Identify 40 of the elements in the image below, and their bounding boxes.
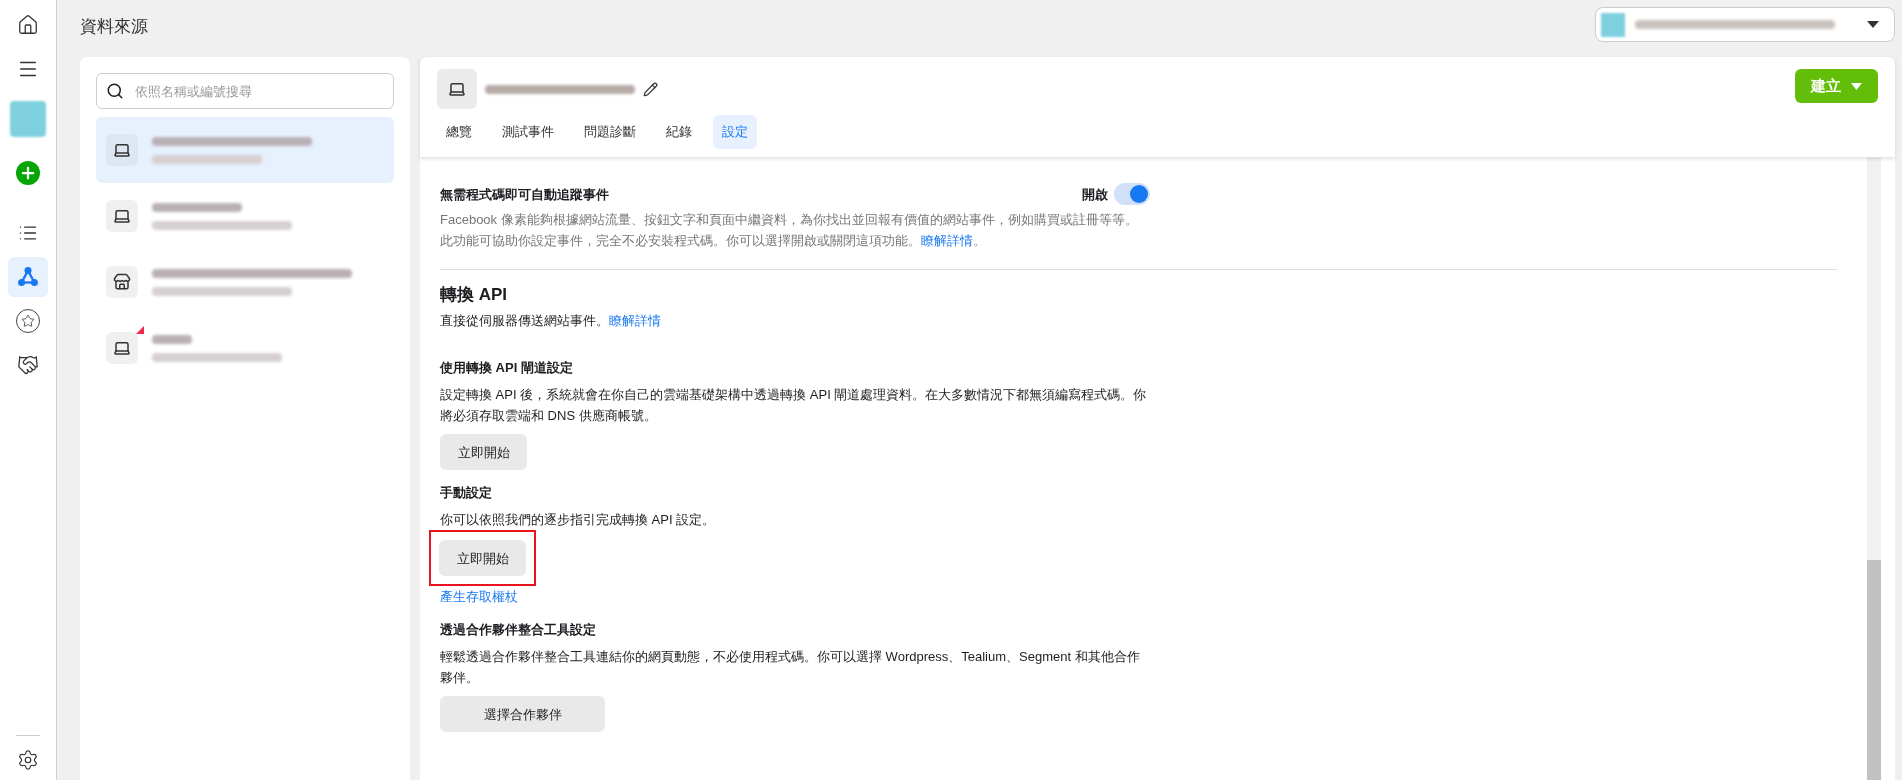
subsection-title: 手動設定: [440, 484, 493, 502]
laptop-icon: [113, 207, 131, 225]
laptop-icon: [448, 80, 466, 98]
section-description: 直接從伺服器傳送網站事件。瞭解詳情: [440, 312, 662, 330]
toggle-label: 開啟: [1082, 185, 1108, 204]
toggle-switch[interactable]: [1114, 183, 1150, 205]
account-avatar: [1601, 12, 1625, 37]
subsection-description: 你可以依照我們的逐步指引完成轉換 API 設定。: [440, 511, 717, 529]
section-description: Facebook 像素能夠根據網站流量、按鈕文字和頁面中繼資料，為你找出並回報有價值的網站事件，例如購買或註冊等等。此功能可協助你設定事件，完全不必安裝程式碼。你可以選擇開啟或關閉這項功能。瞭解詳情。: [440, 211, 1139, 250]
subsection-description: 設定轉換 API 後，系統就會在你自己的雲端基礎架構中透過轉換 API 閘道處理資料。在大多數情況下都無須編寫程式碼。你將必須存取雲端和 DNS 供應商帳號。: [440, 386, 1148, 425]
network-icon: [17, 266, 39, 288]
handshake-icon: [17, 354, 39, 376]
scrollbar-thumb[interactable]: [1867, 560, 1881, 780]
redacted-source-name: [152, 334, 192, 344]
start-button[interactable]: 選擇合作夥伴: [440, 696, 605, 732]
account-avatar: [10, 101, 46, 137]
warning-triangle-icon: [136, 326, 144, 334]
laptop-icon: [113, 339, 131, 357]
store-icon: [113, 273, 131, 291]
search-field[interactable]: 依照名稱或編號搜尋: [96, 73, 394, 109]
caret-icon: [1867, 21, 1879, 28]
section-title: 轉換 API: [440, 284, 509, 306]
section-title: 無需程式碼即可自動追蹤事件: [440, 185, 609, 204]
tab[interactable]: 設定: [713, 115, 757, 149]
laptop-icon: [113, 141, 131, 159]
page-title: 資料來源: [80, 15, 148, 38]
add-icon: [16, 161, 40, 185]
subsection-title: 使用轉換 API 閘道設定: [440, 359, 574, 377]
start-button[interactable]: 立即開始: [439, 540, 526, 576]
learn-more-link[interactable]: 瞭解詳情: [609, 313, 661, 328]
search-icon: [106, 82, 124, 100]
edit-icon[interactable]: [643, 81, 658, 97]
learn-more-link[interactable]: 瞭解詳情: [921, 233, 973, 248]
subsection-description: 輕鬆透過合作夥伴整合工具連結你的網頁動態，不必使用程式碼。你可以選擇 Wordpress、Tealium、Segment 和其他合作夥伴。: [440, 648, 1141, 687]
start-button[interactable]: 立即開始: [440, 434, 527, 470]
caret-icon: [1851, 82, 1862, 90]
subsection-title: 透過合作夥伴整合工具設定: [440, 621, 597, 639]
access-token-link[interactable]: 產生存取權杖: [440, 586, 1150, 607]
home-icon: [17, 14, 39, 36]
settings-icon: [17, 749, 39, 771]
